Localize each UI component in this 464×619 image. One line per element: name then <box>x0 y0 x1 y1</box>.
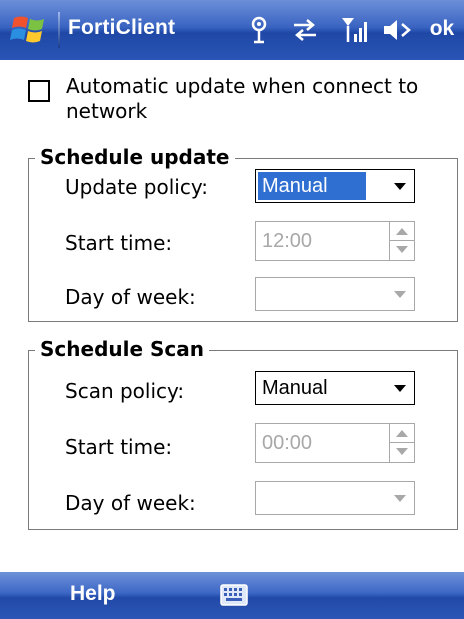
speaker-icon[interactable] <box>382 14 412 46</box>
signal-strength-icon[interactable] <box>340 14 370 46</box>
scan-day-value <box>258 484 266 512</box>
spin-up-button[interactable] <box>390 424 414 443</box>
schedule-update-title: Schedule update <box>35 145 235 169</box>
chevron-down-icon[interactable] <box>394 495 406 502</box>
chevron-down-icon[interactable] <box>394 385 406 392</box>
schedule-update-group: Schedule update Update policy: Manual St… <box>28 145 458 322</box>
chevron-down-icon[interactable] <box>394 291 406 298</box>
chevron-down-icon[interactable] <box>394 183 406 190</box>
spin-down-button[interactable] <box>390 241 414 260</box>
ok-button[interactable]: ok <box>424 14 460 44</box>
update-start-time-buttons <box>389 222 414 260</box>
app-title: FortiClient <box>68 16 176 39</box>
menu-bar: Help <box>0 572 464 619</box>
update-policy-value: Manual <box>258 172 366 200</box>
scan-policy-value: Manual <box>262 377 328 399</box>
scan-policy-select[interactable]: Manual <box>255 371 415 405</box>
title-separator <box>58 12 60 48</box>
scan-day-select[interactable] <box>255 481 415 515</box>
auto-update-checkbox[interactable] <box>28 80 50 102</box>
spin-down-button[interactable] <box>390 443 414 462</box>
schedule-scan-group: Schedule Scan Scan policy: Manual Start … <box>28 337 458 530</box>
connectivity-icon[interactable] <box>248 14 270 46</box>
update-start-time-spinner[interactable]: 12:00 <box>255 221 415 261</box>
windows-start-icon[interactable] <box>10 12 50 48</box>
update-policy-label: Update policy: <box>65 175 208 199</box>
arrow-down-icon <box>396 246 408 253</box>
update-start-time-value: 12:00 <box>262 230 313 252</box>
scan-start-time-label: Start time: <box>65 435 173 459</box>
spin-up-button[interactable] <box>390 222 414 241</box>
scan-start-time-buttons <box>389 424 414 462</box>
auto-update-label[interactable]: Automatic update when connect to network <box>66 74 456 124</box>
update-start-time-label: Start time: <box>65 231 173 255</box>
arrow-up-icon <box>396 228 408 235</box>
keyboard-icon[interactable] <box>220 584 248 606</box>
schedule-scan-title: Schedule Scan <box>35 337 209 361</box>
update-policy-select[interactable]: Manual <box>255 169 415 203</box>
arrow-down-icon <box>396 448 408 455</box>
title-bar: FortiClient ok <box>0 0 464 60</box>
scan-policy-label: Scan policy: <box>65 379 185 403</box>
scan-start-time-value: 00:00 <box>262 432 313 454</box>
update-day-value <box>258 280 266 308</box>
help-button[interactable]: Help <box>70 582 116 606</box>
update-day-label: Day of week: <box>65 285 196 309</box>
scan-day-label: Day of week: <box>65 491 196 515</box>
scan-start-time-spinner[interactable]: 00:00 <box>255 423 415 463</box>
settings-panel: Automatic update when connect to network… <box>0 60 464 572</box>
arrow-up-icon <box>396 430 408 437</box>
update-day-select[interactable] <box>255 277 415 311</box>
sync-icon[interactable] <box>290 14 320 46</box>
